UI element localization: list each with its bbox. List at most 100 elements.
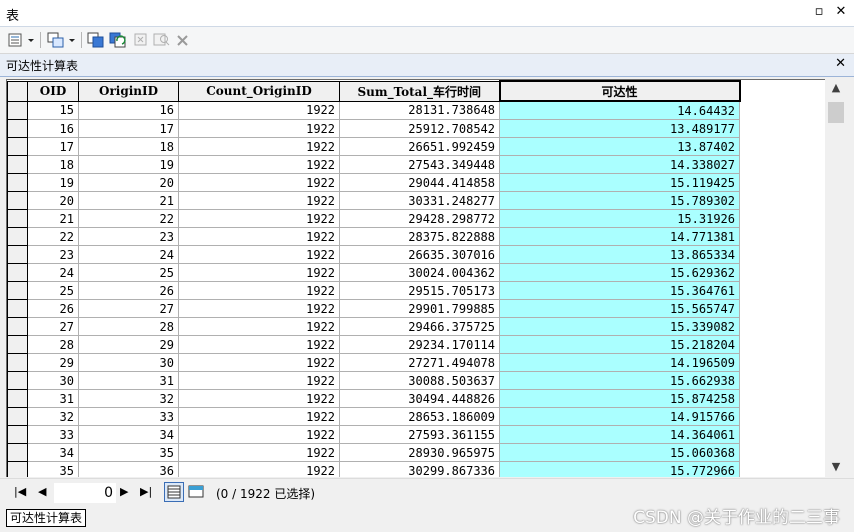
close-table-tab-icon[interactable]: ✕ [835, 56, 846, 71]
cell-originid[interactable]: 27 [78, 299, 179, 318]
cell-sum-total[interactable]: 28375.822888 [339, 227, 500, 246]
show-selected-records-button[interactable] [187, 482, 207, 502]
cell-originid[interactable]: 23 [78, 227, 179, 246]
table-row[interactable]: 25 26 1922 29515.705173 15.364761 [7, 281, 740, 300]
cell-oid[interactable]: 18 [27, 155, 79, 174]
cell-sum-total[interactable]: 27543.349448 [339, 155, 500, 174]
current-record-input[interactable]: 0 [54, 483, 116, 503]
cell-originid[interactable]: 25 [78, 263, 179, 282]
table-row[interactable]: 33 34 1922 27593.361155 14.364061 [7, 425, 740, 444]
select-by-attributes-button[interactable] [87, 31, 105, 49]
cell-oid[interactable]: 23 [27, 245, 79, 264]
table-row[interactable]: 31 32 1922 30494.448826 15.874258 [7, 389, 740, 408]
row-selector[interactable] [7, 299, 28, 318]
cell-count-originid[interactable]: 1922 [178, 389, 340, 408]
table-row[interactable]: 35 36 1922 30299.867336 15.772966 [7, 461, 740, 477]
cell-count-originid[interactable]: 1922 [178, 245, 340, 264]
cell-accessibility[interactable]: 15.772966 [499, 461, 740, 477]
table-row[interactable]: 30 31 1922 30088.503637 15.662938 [7, 371, 740, 390]
table-row[interactable]: 32 33 1922 28653.186009 14.915766 [7, 407, 740, 426]
cell-sum-total[interactable]: 30494.448826 [339, 389, 500, 408]
cell-originid[interactable]: 24 [78, 245, 179, 264]
cell-originid[interactable]: 31 [78, 371, 179, 390]
row-selector[interactable] [7, 119, 28, 138]
close-window-icon[interactable]: ✕ [834, 4, 848, 20]
cell-sum-total[interactable]: 25912.708542 [339, 119, 500, 138]
cell-accessibility[interactable]: 14.338027 [499, 155, 740, 174]
cell-originid[interactable]: 17 [78, 119, 179, 138]
cell-sum-total[interactable]: 27271.494078 [339, 353, 500, 372]
cell-originid[interactable]: 33 [78, 407, 179, 426]
cell-accessibility[interactable]: 15.31926 [499, 209, 740, 228]
cell-sum-total[interactable]: 29901.799885 [339, 299, 500, 318]
table-row[interactable]: 23 24 1922 26635.307016 13.865334 [7, 245, 740, 264]
cell-originid[interactable]: 32 [78, 389, 179, 408]
table-row[interactable]: 27 28 1922 29466.375725 15.339082 [7, 317, 740, 336]
cell-count-originid[interactable]: 1922 [178, 317, 340, 336]
cell-count-originid[interactable]: 1922 [178, 299, 340, 318]
cell-count-originid[interactable]: 1922 [178, 119, 340, 138]
cell-accessibility[interactable]: 15.339082 [499, 317, 740, 336]
cell-sum-total[interactable]: 29466.375725 [339, 317, 500, 336]
cell-originid[interactable]: 16 [78, 100, 179, 120]
row-selector[interactable] [7, 443, 28, 462]
table-row[interactable]: 17 18 1922 26651.992459 13.87402 [7, 137, 740, 156]
cell-accessibility[interactable]: 14.64432 [499, 100, 740, 120]
cell-sum-total[interactable]: 28131.738648 [339, 100, 500, 120]
cell-accessibility[interactable]: 15.874258 [499, 389, 740, 408]
cell-originid[interactable]: 36 [78, 461, 179, 477]
row-selector[interactable] [7, 173, 28, 192]
cell-oid[interactable]: 26 [27, 299, 79, 318]
cell-oid[interactable]: 30 [27, 371, 79, 390]
cell-count-originid[interactable]: 1922 [178, 371, 340, 390]
cell-sum-total[interactable]: 30088.503637 [339, 371, 500, 390]
table-row[interactable]: 22 23 1922 28375.822888 14.771381 [7, 227, 740, 246]
cell-accessibility[interactable]: 15.789302 [499, 191, 740, 210]
cell-accessibility[interactable]: 13.865334 [499, 245, 740, 264]
cell-sum-total[interactable]: 30299.867336 [339, 461, 500, 477]
cell-count-originid[interactable]: 1922 [178, 335, 340, 354]
table-row[interactable]: 26 27 1922 29901.799885 15.565747 [7, 299, 740, 318]
row-selector[interactable] [7, 245, 28, 264]
row-selector[interactable] [7, 353, 28, 372]
cell-accessibility[interactable]: 15.218204 [499, 335, 740, 354]
table-row[interactable]: 29 30 1922 27271.494078 14.196509 [7, 353, 740, 372]
cell-accessibility[interactable]: 15.662938 [499, 371, 740, 390]
cell-accessibility[interactable]: 13.87402 [499, 137, 740, 156]
cell-originid[interactable]: 18 [78, 137, 179, 156]
table-row[interactable]: 34 35 1922 28930.965975 15.060368 [7, 443, 740, 462]
cell-accessibility[interactable]: 15.060368 [499, 443, 740, 462]
scroll-down-icon[interactable]: ▼ [826, 458, 846, 476]
cell-accessibility[interactable]: 14.915766 [499, 407, 740, 426]
table-row[interactable]: 15 16 1922 28131.738648 14.64432 [7, 100, 740, 120]
table-row[interactable]: 19 20 1922 29044.414858 15.119425 [7, 173, 740, 192]
cell-count-originid[interactable]: 1922 [178, 227, 340, 246]
cell-count-originid[interactable]: 1922 [178, 263, 340, 282]
clear-selection-button[interactable] [133, 31, 149, 49]
cell-count-originid[interactable]: 1922 [178, 173, 340, 192]
cell-accessibility[interactable]: 15.364761 [499, 281, 740, 300]
table-row[interactable]: 18 19 1922 27543.349448 14.338027 [7, 155, 740, 174]
next-record-icon[interactable]: ▶ [120, 484, 128, 500]
cell-oid[interactable]: 28 [27, 335, 79, 354]
table-row[interactable]: 16 17 1922 25912.708542 13.489177 [7, 119, 740, 138]
cell-accessibility[interactable]: 15.119425 [499, 173, 740, 192]
cell-count-originid[interactable]: 1922 [178, 281, 340, 300]
table-row[interactable]: 28 29 1922 29234.170114 15.218204 [7, 335, 740, 354]
cell-sum-total[interactable]: 30024.004362 [339, 263, 500, 282]
row-selector[interactable] [7, 155, 28, 174]
cell-count-originid[interactable]: 1922 [178, 209, 340, 228]
table-tab-button[interactable]: 可达性计算表 [6, 509, 87, 527]
cell-count-originid[interactable]: 1922 [178, 443, 340, 462]
first-record-icon[interactable]: |◀ [14, 484, 26, 500]
cell-oid[interactable]: 25 [27, 281, 79, 300]
cell-count-originid[interactable]: 1922 [178, 137, 340, 156]
cell-originid[interactable]: 34 [78, 425, 179, 444]
row-selector[interactable] [7, 317, 28, 336]
row-selector[interactable] [7, 227, 28, 246]
cell-accessibility[interactable]: 14.364061 [499, 425, 740, 444]
table-row[interactable]: 24 25 1922 30024.004362 15.629362 [7, 263, 740, 282]
cell-oid[interactable]: 19 [27, 173, 79, 192]
cell-originid[interactable]: 19 [78, 155, 179, 174]
table-row[interactable]: 20 21 1922 30331.248277 15.789302 [7, 191, 740, 210]
